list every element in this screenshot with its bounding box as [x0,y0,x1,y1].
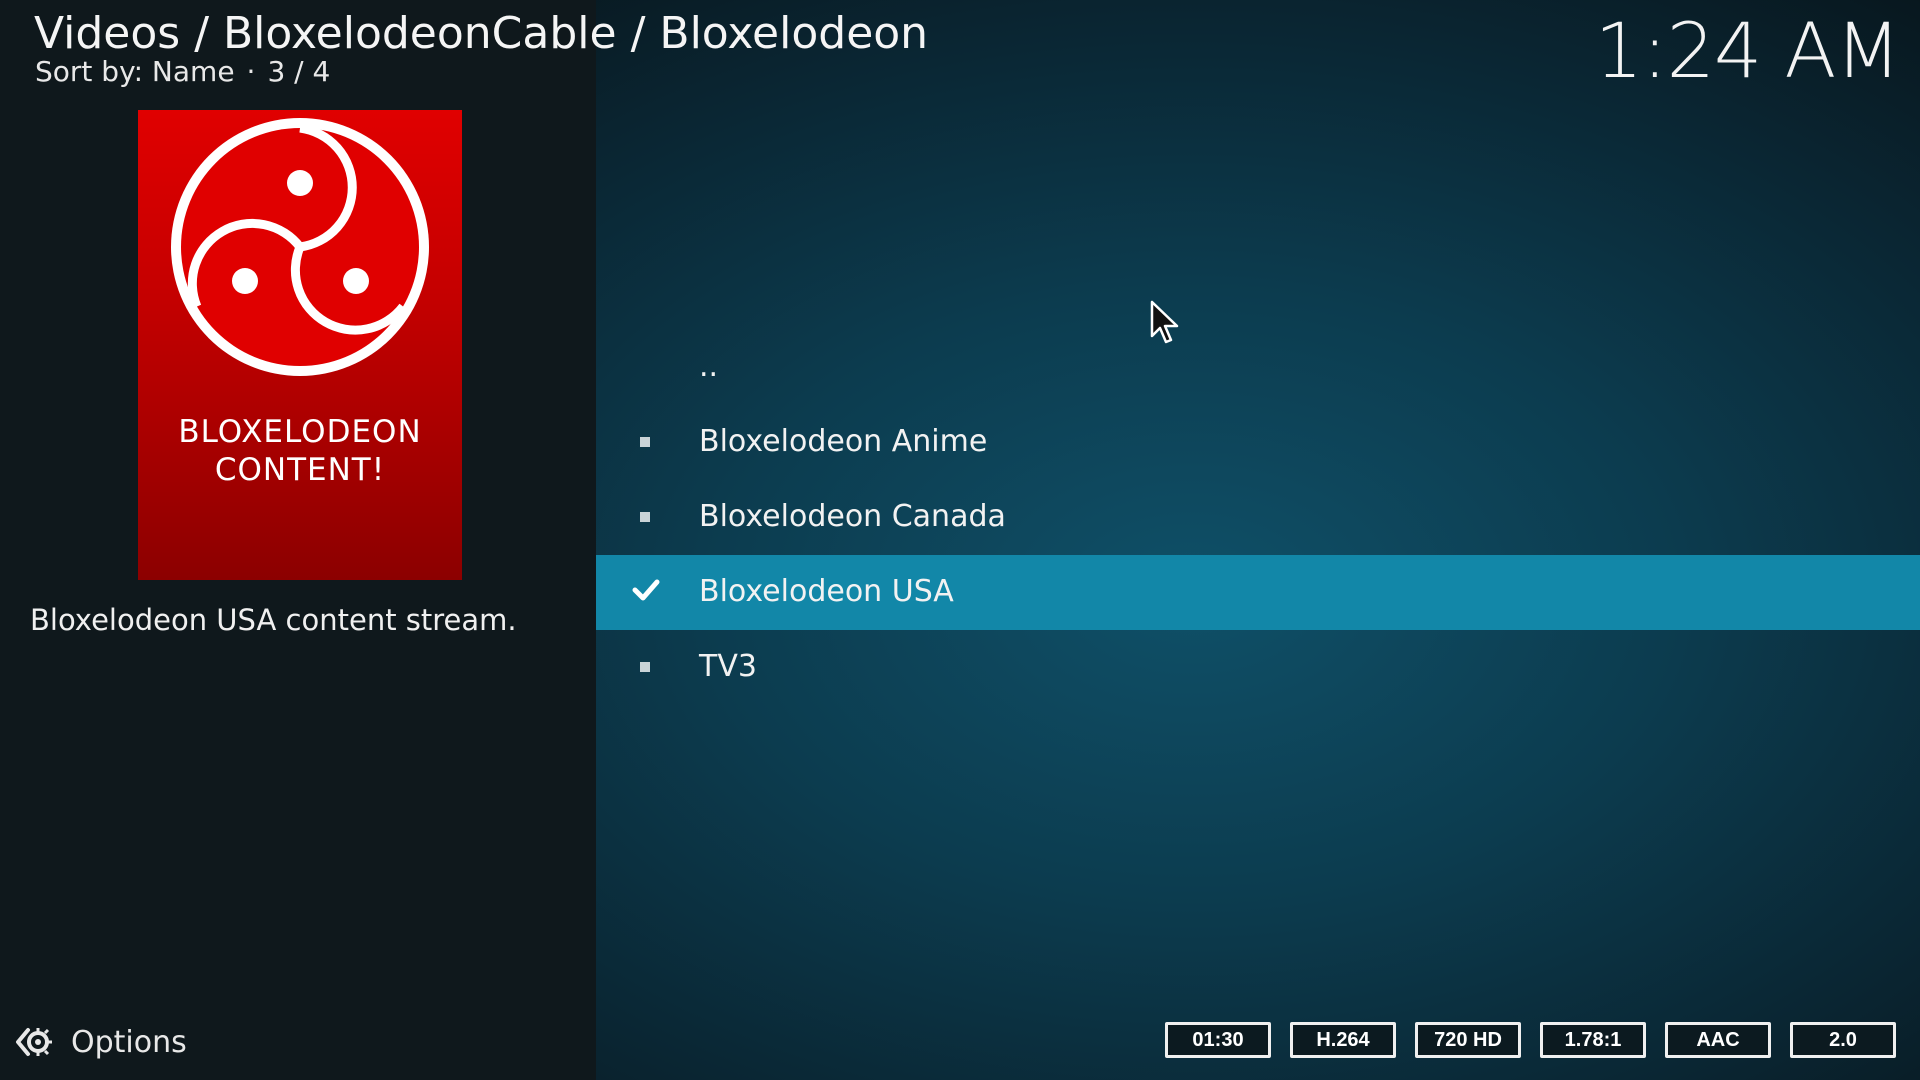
triskele-logo-icon [171,118,429,376]
list-item-parent-folder[interactable]: .. [596,330,1920,405]
clock: 1:24 AM [1594,6,1901,95]
poster-thumbnail: BLOXELODEON CONTENT! [138,110,462,580]
poster-title-line1: BLOXELODEON [178,414,422,450]
item-plot: Bloxelodeon USA content stream. [30,603,517,637]
list-item-label: TV3 [699,649,757,684]
sort-info: Sort by: Name · 3 / 4 [35,52,330,92]
kodi-screen: Videos / BloxelodeonCable / Bloxelodeon … [0,0,1920,1080]
list-item-bloxelodeon-canada[interactable]: Bloxelodeon Canada [596,480,1920,555]
file-list: .. Bloxelodeon Anime Bloxelodeon Canada … [596,330,1920,705]
checkmark-icon [632,579,660,601]
flag-audio-codec: AAC [1665,1022,1771,1058]
flag-duration: 01:30 [1165,1022,1271,1058]
flag-audio-channels: 2.0 [1790,1022,1896,1058]
list-item-bloxelodeon-anime[interactable]: Bloxelodeon Anime [596,405,1920,480]
bullet-icon [640,437,650,447]
list-item-bloxelodeon-usa[interactable]: Bloxelodeon USA [596,555,1920,630]
bullet-icon [640,662,650,672]
list-item-label: .. [699,349,719,384]
mouse-pointer-icon [1150,300,1179,344]
list-item-label: Bloxelodeon Canada [699,499,1006,534]
list-item-tv3[interactable]: TV3 [596,630,1920,705]
sort-label[interactable]: Sort by: Name [35,55,235,88]
media-flags: 01:30 H.264 720 HD 1.78:1 AAC 2.0 [1165,1022,1896,1058]
separator-dot: · [246,55,256,88]
options-label: Options [71,1025,187,1060]
list-item-label: Bloxelodeon Anime [699,424,988,459]
flag-aspect-ratio: 1.78:1 [1540,1022,1646,1058]
flag-resolution: 720 HD [1415,1022,1521,1058]
options-gear-icon [16,1028,52,1056]
flag-video-codec: H.264 [1290,1022,1396,1058]
bullet-icon [640,512,650,522]
item-position: 3 / 4 [267,55,331,88]
list-item-label: Bloxelodeon USA [699,574,954,609]
poster-title-line2: CONTENT! [214,452,386,488]
